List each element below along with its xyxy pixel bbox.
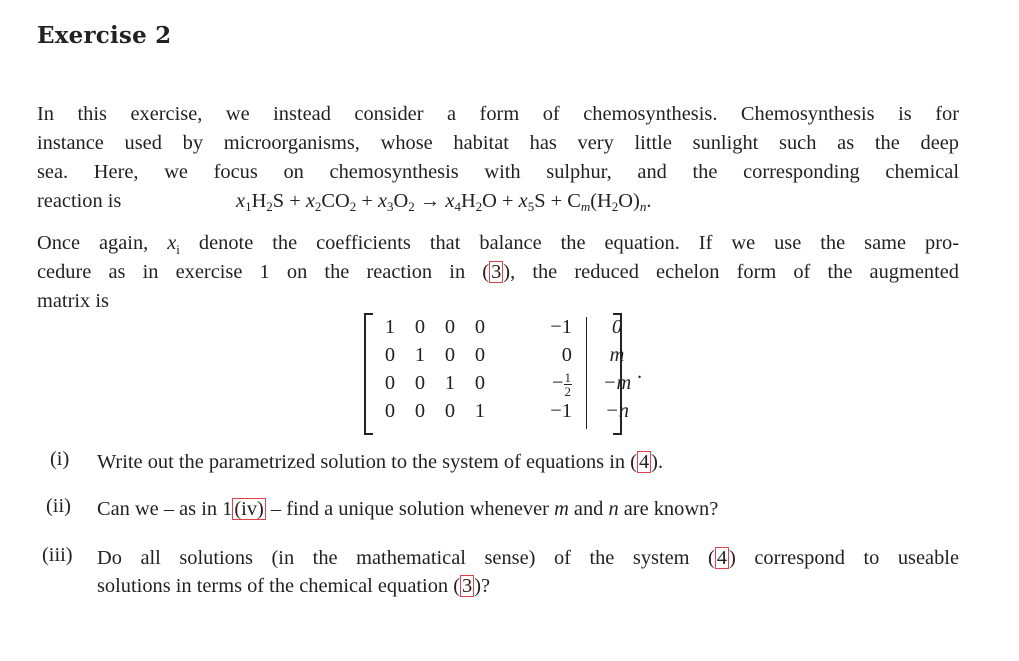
matrix-period: . (637, 361, 643, 383)
text: Write out the parametrized solution to t… (97, 451, 637, 473)
species: S (534, 190, 546, 212)
item-label: (ii) (46, 495, 71, 517)
fraction-one-half: 12 (563, 369, 572, 399)
text: cedure as in exercise 1 on the reaction … (37, 261, 490, 283)
coef-var: x (518, 190, 528, 212)
intro-line: instance used by microorganisms, whose h… (37, 132, 959, 154)
equation-ref-3-link[interactable]: 3 (489, 261, 504, 283)
reaction-arrow: → (419, 190, 441, 212)
matrix-cell: 0 (384, 344, 396, 366)
text: ) correspond to useable (729, 547, 959, 569)
matrix-cell: 0 (384, 372, 396, 394)
matrix-cell: −1 (550, 316, 572, 338)
exercise-heading: Exercise 2 (37, 22, 172, 49)
matrix-cell: 0 (474, 372, 486, 394)
matrix-cell: 0 (384, 400, 396, 422)
matrix-cell: −1 2 (532, 369, 572, 399)
carbon: C (567, 190, 581, 212)
equation-ref-4-link[interactable]: 4 (714, 547, 730, 569)
exercise-ref-iv-link[interactable]: (iv) (232, 498, 266, 520)
intro-line: In this exercise, we instead consider a … (37, 103, 959, 125)
matrix-cell: 1 (474, 400, 486, 422)
var-m: m (554, 498, 569, 520)
species-tail: O (482, 190, 497, 212)
matrix-cell: 0 (444, 344, 456, 366)
item-label: (iii) (42, 544, 73, 566)
chemical-equation: x1H2S + x2CO2 + x3O2 → x4H2O + x5S + Cm(… (236, 190, 651, 213)
equation-ref-3-link[interactable]: 3 (459, 575, 475, 597)
minus-sign: − (552, 372, 564, 394)
matrix-cell: 0 (561, 344, 572, 366)
water-open: (H (590, 190, 612, 212)
coef-var: x (305, 190, 315, 212)
matrix-cell: −1 (550, 400, 572, 422)
para2-line-2: cedure as in exercise 1 on the reaction … (37, 258, 959, 287)
matrix-cell: m (609, 344, 625, 366)
matrix-cell: 0 (444, 400, 456, 422)
text: Do all solutions (in the mathematical se… (97, 547, 715, 569)
matrix-cell: 1 (384, 316, 396, 338)
var-n: n (608, 498, 619, 520)
species: O (393, 190, 409, 212)
item-text: Can we – as in 1(iv) – find a unique sol… (97, 495, 959, 523)
item-line: Do all solutions (in the mathematical se… (97, 544, 959, 572)
para2-line-3: matrix is (37, 290, 109, 312)
text: solutions in terms of the chemical equat… (97, 575, 460, 597)
m-sub: m (580, 199, 591, 214)
equation-period: . (646, 190, 652, 212)
text: )? (474, 575, 491, 597)
matrix-cell: 0 (414, 400, 426, 422)
fraction-numerator: 1 (563, 369, 572, 385)
augment-bar (586, 317, 588, 429)
item-text: Do all solutions (in the mathematical se… (97, 544, 959, 600)
species: H (251, 190, 267, 212)
text: are known? (618, 498, 719, 520)
matrix-cell: 0 (611, 316, 623, 338)
text: ). (651, 451, 664, 473)
species: CO (321, 190, 350, 212)
matrix-cell: 1 (414, 344, 426, 366)
matrix-cell: −n (605, 400, 629, 422)
plus-sign: + (502, 190, 514, 212)
plus-sign: + (289, 190, 301, 212)
intro-line: sea. Here, we focus on chemosynthesis wi… (37, 161, 959, 183)
coef-var: x (377, 190, 388, 212)
matrix-cell: 0 (444, 316, 456, 338)
equation-ref-4-link[interactable]: 4 (636, 451, 652, 473)
matrix-cell: −m (602, 372, 632, 394)
plus-sign: + (550, 190, 563, 212)
matrix-cell: 0 (414, 316, 426, 338)
text: Once again, (37, 232, 168, 254)
text: Can we – as in 1 (97, 498, 233, 520)
para2-line-1: Once again, xi denote the coefficients t… (37, 229, 959, 258)
species: H (460, 190, 476, 212)
second-paragraph: Once again, xi denote the coefficients t… (37, 229, 959, 316)
text: and (568, 498, 609, 520)
species-sub: 2 (408, 199, 415, 214)
text: ), the reduced echelon form of the augme… (503, 261, 960, 283)
water-close: O) (618, 190, 640, 212)
var-x: x (167, 232, 177, 254)
text: – find a unique solution whenever (265, 498, 555, 520)
matrix-cell: 0 (474, 316, 486, 338)
item-line: solutions in terms of the chemical equat… (97, 572, 959, 600)
item-label: (i) (50, 448, 70, 470)
left-bracket (364, 313, 373, 435)
plus-sign: + (361, 190, 373, 212)
matrix-cell: 0 (474, 344, 486, 366)
matrix-cell: 1 (444, 372, 456, 394)
coef-var: x (236, 190, 246, 212)
species-tail: S (272, 190, 285, 212)
matrix-cell: 0 (414, 372, 426, 394)
item-text: Write out the parametrized solution to t… (97, 448, 959, 476)
fraction-denominator: 2 (564, 383, 572, 399)
species-sub: 2 (349, 199, 357, 214)
text: denote the coefficients that balance the… (179, 232, 959, 254)
